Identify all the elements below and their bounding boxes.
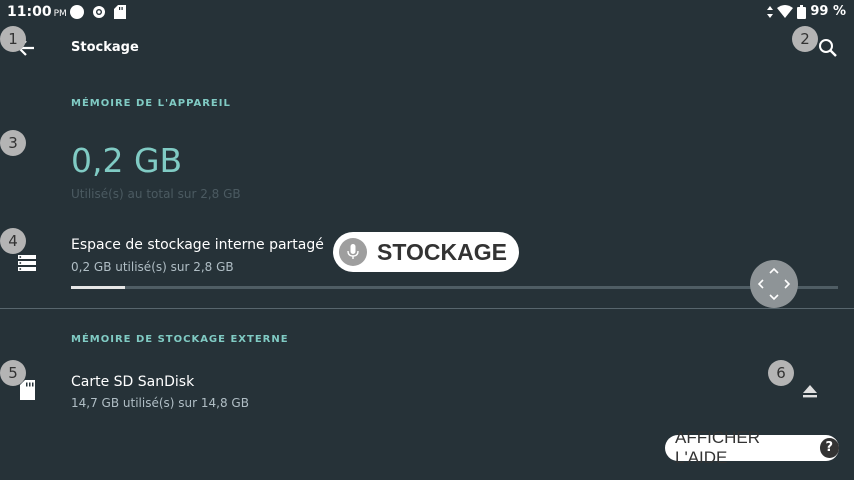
- status-bar: 11:00 PM 99 %: [0, 0, 854, 24]
- sd-card-subtitle: 14,7 GB utilisé(s) sur 14,8 GB: [71, 396, 249, 410]
- sd-card-notif-icon: [114, 5, 126, 19]
- eject-button[interactable]: [802, 383, 818, 399]
- badge-5: 5: [0, 360, 26, 386]
- data-arrows-icon: [767, 5, 774, 18]
- badge-4: 4: [0, 228, 26, 254]
- scroll-dpad[interactable]: [750, 260, 798, 308]
- device-memory-header: MÉMOIRE DE L'APPAREIL: [71, 98, 231, 109]
- battery-percent: 99 %: [810, 4, 846, 19]
- show-help-button[interactable]: AFFICHER L'AIDE ?: [665, 428, 839, 467]
- voice-command-overlay: STOCKAGE: [333, 232, 519, 272]
- sd-card-title: Carte SD SanDisk: [71, 374, 195, 390]
- device-used-total: Utilisé(s) au total sur 2,8 GB: [71, 187, 241, 201]
- help-question-icon: ?: [819, 438, 839, 458]
- internal-storage-title: Espace de stockage interne partagé: [71, 237, 324, 253]
- toolbar: Stockage: [0, 24, 854, 72]
- status-notification-icons: [70, 5, 126, 19]
- badge-6: 6: [768, 360, 794, 386]
- show-help-label: AFFICHER L'AIDE: [675, 428, 760, 467]
- storage-icon: [18, 255, 36, 271]
- device-used-value: 0,2 GB: [71, 141, 183, 180]
- circle-icon: [70, 5, 84, 19]
- internal-storage-progress: [71, 286, 838, 289]
- status-time: 11:00 PM: [7, 4, 67, 20]
- eject-icon: [803, 385, 817, 398]
- search-icon: [819, 39, 837, 57]
- battery-icon: [797, 4, 807, 19]
- mic-icon: [339, 238, 367, 266]
- internal-storage-progress-fill: [71, 286, 125, 289]
- badge-3: 3: [0, 130, 26, 156]
- voice-command-text: STOCKAGE: [377, 238, 507, 265]
- badge-1: 1: [0, 26, 26, 52]
- sd-card-icon: [20, 380, 35, 400]
- dpad-arrows-icon: [757, 267, 791, 301]
- page-title: Stockage: [71, 40, 139, 55]
- status-system-icons: 99 %: [767, 4, 846, 19]
- badge-2: 2: [792, 26, 818, 52]
- section-divider: [0, 308, 854, 309]
- search-button[interactable]: [816, 36, 840, 60]
- status-time-value: 11:00: [7, 4, 52, 20]
- external-storage-header: MÉMOIRE DE STOCKAGE EXTERNE: [71, 334, 289, 345]
- status-time-ampm: PM: [53, 9, 67, 19]
- wifi-icon: [777, 5, 794, 18]
- internal-storage-subtitle: 0,2 GB utilisé(s) sur 2,8 GB: [71, 260, 234, 274]
- settings-gear-notif-icon: [93, 6, 105, 18]
